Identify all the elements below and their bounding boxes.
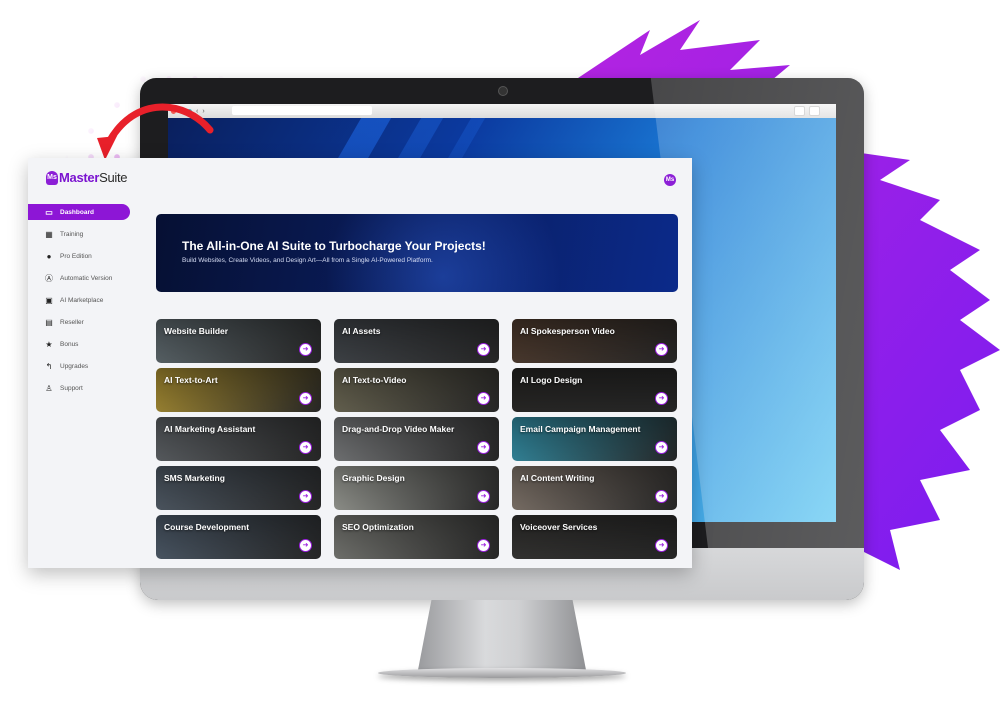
sidebar-nav: ▭ Dashboard ▦ Training ● Pro Edition Ⓐ Autom… bbox=[28, 204, 130, 399]
tool-card-title: Course Development bbox=[164, 522, 250, 532]
sidebar-item-reseller[interactable]: ▤ Reseller bbox=[28, 311, 130, 333]
reseller-icon: ▤ bbox=[45, 317, 53, 327]
tool-card-title: AI Spokesperson Video bbox=[520, 326, 615, 336]
tool-card[interactable]: AI Marketing Assistant ➜ bbox=[156, 417, 321, 461]
hero-title: The All-in-One AI Suite to Turbocharge Y… bbox=[182, 239, 486, 253]
sidebar-item-label: Automatic Version bbox=[60, 274, 113, 282]
tool-card[interactable]: AI Text-to-Art ➜ bbox=[156, 368, 321, 412]
tool-card-grid: Website Builder ➜ AI Assets ➜ AI Spokesperso… bbox=[156, 319, 678, 559]
sidebar-item-label: Upgrades bbox=[60, 362, 89, 370]
upgrade-arrow-icon: ↰ bbox=[45, 361, 53, 371]
arrow-right-icon[interactable]: ➜ bbox=[477, 343, 490, 356]
tool-card-title: Drag-and-Drop Video Maker bbox=[342, 424, 455, 434]
tool-card[interactable]: Graphic Design ➜ bbox=[334, 466, 499, 510]
tool-card-title: AI Text-to-Video bbox=[342, 375, 407, 385]
sidebar-item-support[interactable]: ♙ Support bbox=[28, 377, 130, 399]
tool-card[interactable]: Course Development ➜ bbox=[156, 515, 321, 559]
sidebar-item-automatic-version[interactable]: Ⓐ Automatic Version bbox=[28, 267, 130, 289]
tool-card[interactable]: AI Content Writing ➜ bbox=[512, 466, 677, 510]
tool-card-title: Graphic Design bbox=[342, 473, 405, 483]
tool-card-title: AI Assets bbox=[342, 326, 381, 336]
tool-card[interactable]: AI Spokesperson Video ➜ bbox=[512, 319, 677, 363]
pro-badge-icon: ● bbox=[46, 251, 52, 261]
arrow-right-icon[interactable]: ➜ bbox=[477, 490, 490, 503]
sidebar-item-label: Reseller bbox=[60, 318, 84, 326]
sidebar-item-pro-edition[interactable]: ● Pro Edition bbox=[28, 245, 130, 267]
monitor-icon: ▭ bbox=[45, 207, 53, 217]
tool-card-title: Voiceover Services bbox=[520, 522, 598, 532]
arrow-right-icon[interactable]: ➜ bbox=[299, 343, 312, 356]
tool-card[interactable]: SMS Marketing ➜ bbox=[156, 466, 321, 510]
tool-card[interactable]: AI Logo Design ➜ bbox=[512, 368, 677, 412]
automatic-icon: Ⓐ bbox=[45, 273, 53, 283]
logo-icon: Ms bbox=[46, 170, 58, 185]
tool-card[interactable]: Email Campaign Management ➜ bbox=[512, 417, 677, 461]
shopping-bag-icon: ▣ bbox=[45, 295, 53, 305]
arrow-right-icon[interactable]: ➜ bbox=[299, 441, 312, 454]
tool-card[interactable]: AI Assets ➜ bbox=[334, 319, 499, 363]
app-window: Ms Master Suite ▭ Dashboard ▦ Training ● Pr… bbox=[28, 158, 692, 568]
sidebar-item-label: Dashboard bbox=[60, 208, 94, 216]
sidebar-item-training[interactable]: ▦ Training bbox=[28, 223, 130, 245]
hero-subtitle: Build Websites, Create Videos, and Desig… bbox=[182, 257, 433, 264]
star-icon: ★ bbox=[45, 339, 53, 349]
sidebar-item-label: Bonus bbox=[60, 340, 79, 348]
training-icon: ▦ bbox=[45, 229, 53, 239]
sidebar-item-label: Training bbox=[60, 230, 84, 238]
tool-card[interactable]: Voiceover Services ➜ bbox=[512, 515, 677, 559]
arrow-right-icon[interactable]: ➜ bbox=[299, 539, 312, 552]
monitor-stand bbox=[418, 600, 586, 670]
sidebar-item-ai-marketplace[interactable]: ▣ AI Marketplace bbox=[28, 289, 130, 311]
arrow-right-icon[interactable]: ➜ bbox=[299, 392, 312, 405]
arrow-right-icon[interactable]: ➜ bbox=[655, 441, 668, 454]
tool-card-title: AI Content Writing bbox=[520, 473, 595, 483]
sidebar-item-label: Support bbox=[60, 384, 83, 392]
arrow-right-icon[interactable]: ➜ bbox=[655, 392, 668, 405]
support-icon: ♙ bbox=[45, 383, 53, 393]
tool-card-title: AI Logo Design bbox=[520, 375, 583, 385]
tool-card-title: SEO Optimization bbox=[342, 522, 414, 532]
tool-card[interactable]: AI Text-to-Video ➜ bbox=[334, 368, 499, 412]
tool-card-title: SMS Marketing bbox=[164, 473, 225, 483]
arrow-right-icon[interactable]: ➜ bbox=[299, 490, 312, 503]
arrow-right-icon[interactable]: ➜ bbox=[477, 441, 490, 454]
tool-card-title: Email Campaign Management bbox=[520, 424, 641, 434]
user-avatar-icon[interactable]: Ms bbox=[664, 174, 676, 186]
tool-card-title: AI Text-to-Art bbox=[164, 375, 218, 385]
webcam bbox=[498, 86, 508, 96]
hero-banner: The All-in-One AI Suite to Turbocharge Y… bbox=[156, 214, 678, 292]
logo-text-suite: Suite bbox=[99, 170, 128, 185]
sidebar-item-upgrades[interactable]: ↰ Upgrades bbox=[28, 355, 130, 377]
sidebar: Ms Master Suite ▭ Dashboard ▦ Training ● Pr… bbox=[28, 158, 138, 568]
monitor-base bbox=[378, 668, 626, 678]
sidebar-item-label: Pro Edition bbox=[60, 252, 92, 260]
tool-card-title: AI Marketing Assistant bbox=[164, 424, 256, 434]
logo-text-master: Master bbox=[59, 170, 100, 185]
address-bar[interactable] bbox=[232, 106, 372, 115]
arrow-right-icon[interactable]: ➜ bbox=[477, 392, 490, 405]
sidebar-item-label: AI Marketplace bbox=[60, 296, 104, 304]
arrow-right-icon[interactable]: ➜ bbox=[477, 539, 490, 552]
tool-card-title: Website Builder bbox=[164, 326, 229, 336]
tool-card[interactable]: Website Builder ➜ bbox=[156, 319, 321, 363]
tool-card[interactable]: Drag-and-Drop Video Maker ➜ bbox=[334, 417, 499, 461]
arrow-right-icon[interactable]: ➜ bbox=[655, 490, 668, 503]
sidebar-item-bonus[interactable]: ★ Bonus bbox=[28, 333, 130, 355]
logo[interactable]: Ms Master Suite bbox=[46, 170, 128, 185]
tool-card[interactable]: SEO Optimization ➜ bbox=[334, 515, 499, 559]
arrow-right-icon[interactable]: ➜ bbox=[655, 343, 668, 356]
arrow-right-icon[interactable]: ➜ bbox=[655, 539, 668, 552]
sidebar-item-dashboard[interactable]: ▭ Dashboard bbox=[28, 204, 130, 220]
